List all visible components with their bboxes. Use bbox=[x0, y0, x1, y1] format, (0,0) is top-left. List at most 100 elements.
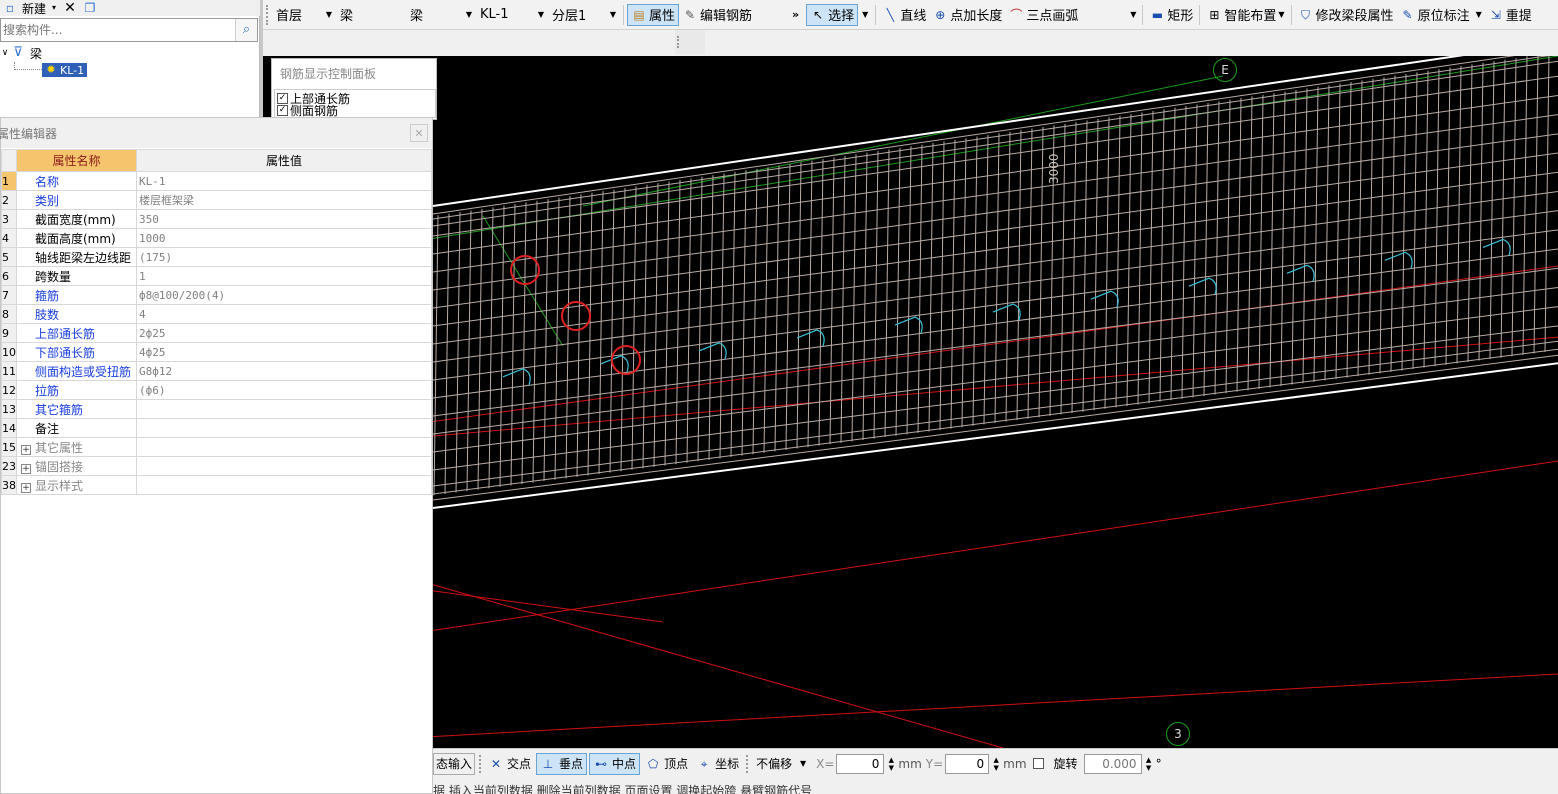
rotate-input[interactable]: 0.000 bbox=[1083, 753, 1142, 774]
rotate-checkbox[interactable] bbox=[1032, 758, 1044, 769]
re-extract-button[interactable]: ⇲ 重提 bbox=[1485, 4, 1535, 26]
property-row[interactable]: 7 箍筋 ф8@100/200(4) bbox=[1, 285, 432, 305]
check-icon[interactable]: ✓ bbox=[277, 104, 288, 116]
toolbar-grip-secondary[interactable] bbox=[675, 30, 705, 54]
axis-line bbox=[582, 75, 1224, 207]
property-value[interactable]: (ф6) bbox=[136, 380, 432, 400]
dropdown-arrow-icon[interactable]: ▾ bbox=[50, 0, 58, 16]
new-icon[interactable]: ▫ bbox=[2, 0, 18, 16]
tree-node-beam[interactable]: ∨ ⊽ 梁 bbox=[0, 45, 258, 61]
point-length-button[interactable]: ⊕ 点加长度 bbox=[929, 4, 1005, 26]
property-row[interactable]: 10 下部通长筋 4ф25 bbox=[1, 342, 432, 362]
component-select-value: KL-1 bbox=[480, 7, 509, 22]
property-name: 截面高度(mm) bbox=[16, 228, 137, 248]
property-value[interactable]: 350 bbox=[136, 209, 432, 229]
beam-rebar-drawing[interactable] bbox=[263, 56, 1558, 748]
midpoint-snap-button[interactable]: ⊷ 中点 bbox=[589, 752, 641, 775]
copy-icon[interactable]: ❐ bbox=[82, 0, 98, 16]
property-value[interactable]: 2ф25 bbox=[136, 323, 432, 343]
property-value[interactable] bbox=[136, 456, 432, 476]
property-row[interactable]: 12 拉筋 (ф6) bbox=[1, 380, 432, 400]
rectangle-button[interactable]: ▬ 矩形 bbox=[1146, 4, 1196, 26]
row-number: 9 bbox=[1, 323, 17, 343]
smart-layout-button[interactable]: ⊞ 智能布置 ▼ bbox=[1203, 4, 1287, 26]
new-button[interactable]: 新建 bbox=[22, 0, 46, 17]
property-value[interactable]: (175) bbox=[136, 247, 432, 267]
property-row[interactable]: 3 截面宽度(mm) 350 bbox=[1, 209, 432, 229]
dynamic-input-button[interactable]: 态输入 bbox=[433, 752, 476, 775]
subcategory-select[interactable]: 梁 ▼ bbox=[406, 4, 476, 26]
arc-button[interactable]: ⌒ 三点画弧 bbox=[1005, 4, 1081, 26]
check-icon[interactable]: ✓ bbox=[277, 92, 288, 104]
property-row[interactable]: 15 + 其它属性 bbox=[1, 437, 432, 457]
tree-node-kl1[interactable]: ✹ KL-1 bbox=[0, 62, 258, 78]
component-select[interactable]: KL-1 ▼ bbox=[476, 4, 548, 26]
property-name: + 锚固搭接 bbox=[16, 456, 137, 476]
toolbar-grip[interactable] bbox=[266, 4, 269, 25]
expand-icon[interactable]: + bbox=[21, 482, 31, 493]
property-value[interactable] bbox=[136, 437, 432, 457]
property-row[interactable]: 4 截面高度(mm) 1000 bbox=[1, 228, 432, 248]
stirrup bbox=[730, 171, 736, 458]
offset-select[interactable]: 不偏移 ▼ bbox=[752, 753, 810, 775]
property-value[interactable] bbox=[136, 399, 432, 419]
property-row[interactable]: 14 备注 bbox=[1, 418, 432, 438]
bottom-command-text[interactable]: 据 插入当前列数据 删除当前列数据 页面设置 调换起始跨 悬臂钢筋代号 bbox=[433, 784, 812, 794]
layer-select[interactable]: 分层1 ▼ bbox=[548, 4, 620, 26]
delete-icon[interactable]: ✕ bbox=[62, 0, 78, 16]
property-name: 箍筋 bbox=[16, 285, 137, 305]
property-row[interactable]: 8 肢数 4 bbox=[1, 304, 432, 324]
property-row[interactable]: 9 上部通长筋 2ф25 bbox=[1, 323, 432, 343]
select-dropdown-icon[interactable]: ▼ bbox=[862, 10, 868, 19]
property-row[interactable]: 38 + 显示样式 bbox=[1, 475, 432, 495]
close-icon[interactable]: ✕ bbox=[410, 124, 428, 142]
original-mark-button[interactable]: ✎ 原位标注 ▼ bbox=[1397, 4, 1485, 26]
property-value[interactable]: ф8@100/200(4) bbox=[136, 285, 432, 305]
rotate-spinner-icon[interactable]: ▲ ▼ bbox=[1144, 756, 1154, 772]
y-spinner-icon[interactable]: ▲ ▼ bbox=[991, 756, 1001, 772]
x-spinner-icon[interactable]: ▲ ▼ bbox=[886, 756, 896, 772]
property-icon: ▤ bbox=[633, 7, 645, 22]
x-input[interactable]: 0 bbox=[836, 753, 885, 774]
vertex-snap-button[interactable]: ⬠ 顶点 bbox=[642, 753, 691, 775]
property-row[interactable]: 6 跨数量 1 bbox=[1, 266, 432, 286]
property-value[interactable]: 1000 bbox=[136, 228, 432, 248]
perpendicular-snap-button[interactable]: ⊥ 垂点 bbox=[536, 752, 588, 775]
category-select[interactable]: 梁 bbox=[336, 4, 406, 26]
checkbox-side-rebar[interactable]: ✓ 侧面钢筋 bbox=[275, 104, 435, 118]
property-value[interactable] bbox=[136, 418, 432, 438]
expand-icon[interactable]: + bbox=[21, 444, 31, 455]
property-row[interactable]: 5 轴线距梁左边线距 (175) bbox=[1, 247, 432, 267]
tree-node-selected[interactable]: ✹ KL-1 bbox=[42, 63, 88, 77]
expand-icon[interactable]: + bbox=[21, 463, 31, 474]
modify-segment-button[interactable]: ⛉ 修改梁段属性 bbox=[1295, 4, 1397, 26]
property-row[interactable]: 23 + 锚固搭接 bbox=[1, 456, 432, 476]
property-value[interactable]: KL-1 bbox=[136, 171, 432, 191]
property-row[interactable]: 2 类别 楼层框架梁 bbox=[1, 190, 432, 210]
search-input[interactable] bbox=[1, 20, 235, 40]
floor-select[interactable]: 首层 ▼ bbox=[272, 4, 336, 26]
y-input[interactable]: 0 bbox=[945, 753, 990, 774]
stirrup bbox=[851, 154, 857, 442]
property-value[interactable]: G8ф12 bbox=[136, 361, 432, 381]
toolbar-overflow-button[interactable]: » bbox=[789, 4, 802, 26]
property-value[interactable]: 4ф25 bbox=[136, 342, 432, 362]
collapse-icon[interactable]: ∨ bbox=[0, 45, 10, 61]
search-button[interactable]: ⌕ bbox=[235, 19, 257, 41]
property-row[interactable]: 1 名称 KL-1 bbox=[1, 171, 432, 191]
select-button[interactable]: ↖ 选择 bbox=[806, 3, 859, 26]
property-row[interactable]: 11 侧面构造或受扭筋 G8ф12 bbox=[1, 361, 432, 381]
property-button[interactable]: ▤ 属性 bbox=[627, 3, 680, 26]
property-row[interactable]: 13 其它箍筋 bbox=[1, 399, 432, 419]
property-value[interactable]: 楼层框架梁 bbox=[136, 190, 432, 210]
property-value[interactable] bbox=[136, 475, 432, 495]
property-value[interactable]: 4 bbox=[136, 304, 432, 324]
arc-dropdown[interactable]: ▼ bbox=[1081, 4, 1139, 26]
property-value[interactable]: 1 bbox=[136, 266, 432, 286]
edit-rebar-button[interactable]: ✎ 编辑钢筋 bbox=[679, 4, 755, 26]
coordinate-snap-button[interactable]: ⌖ 坐标 bbox=[693, 753, 742, 775]
3d-viewport[interactable]: E 3 3000 bbox=[263, 56, 1558, 748]
line-button[interactable]: ╲ 直线 bbox=[879, 4, 929, 26]
intersection-snap-button[interactable]: ✕ 交点 bbox=[485, 753, 534, 775]
property-name-text: 跨数量 bbox=[35, 269, 72, 284]
